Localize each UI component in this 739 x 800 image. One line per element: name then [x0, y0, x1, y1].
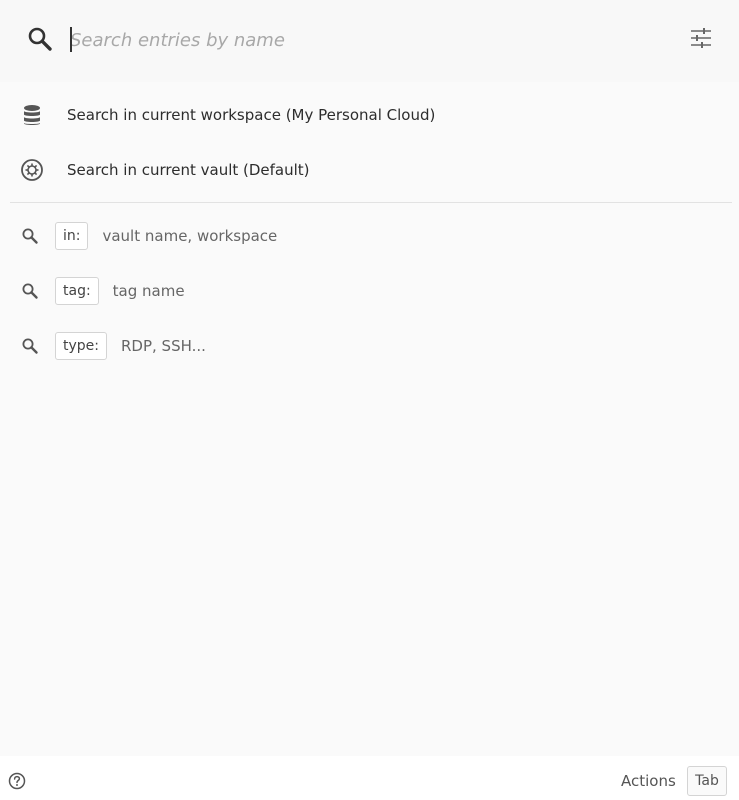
hint-text: vault name, workspace [102, 227, 278, 245]
help-circle-icon[interactable] [8, 772, 26, 790]
search-icon [28, 27, 52, 51]
search-panel: Search in current workspace (My Personal… [0, 0, 739, 800]
search-bar [0, 0, 739, 82]
tune-filter-icon[interactable] [689, 26, 713, 50]
search-icon [22, 338, 38, 354]
filter-prefix-chip: tag: [55, 277, 99, 305]
footer-bar: Actions Tab [0, 756, 739, 800]
hint-item-tag[interactable]: tag: tag name [10, 271, 732, 311]
database-icon [24, 105, 40, 125]
scope-label: Search in current workspace (My Personal… [67, 106, 436, 124]
hint-text: RDP, SSH... [121, 337, 206, 355]
hint-item-in[interactable]: in: vault name, workspace [10, 216, 732, 256]
divider [10, 202, 732, 203]
tab-key-chip: Tab [687, 766, 727, 796]
search-input[interactable] [68, 24, 670, 56]
filter-prefix-chip: in: [55, 222, 89, 250]
filter-prefix-chip: type: [55, 332, 107, 360]
search-icon [22, 228, 38, 244]
hint-item-type[interactable]: type: RDP, SSH... [10, 326, 732, 366]
text-caret [70, 27, 72, 52]
vault-icon [21, 159, 43, 181]
actions-label[interactable]: Actions [621, 772, 676, 790]
search-icon [22, 283, 38, 299]
scope-item-vault[interactable]: Search in current vault (Default) [10, 147, 732, 193]
scope-label: Search in current vault (Default) [67, 161, 310, 179]
hint-text: tag name [112, 282, 185, 300]
scope-item-workspace[interactable]: Search in current workspace (My Personal… [10, 92, 732, 138]
